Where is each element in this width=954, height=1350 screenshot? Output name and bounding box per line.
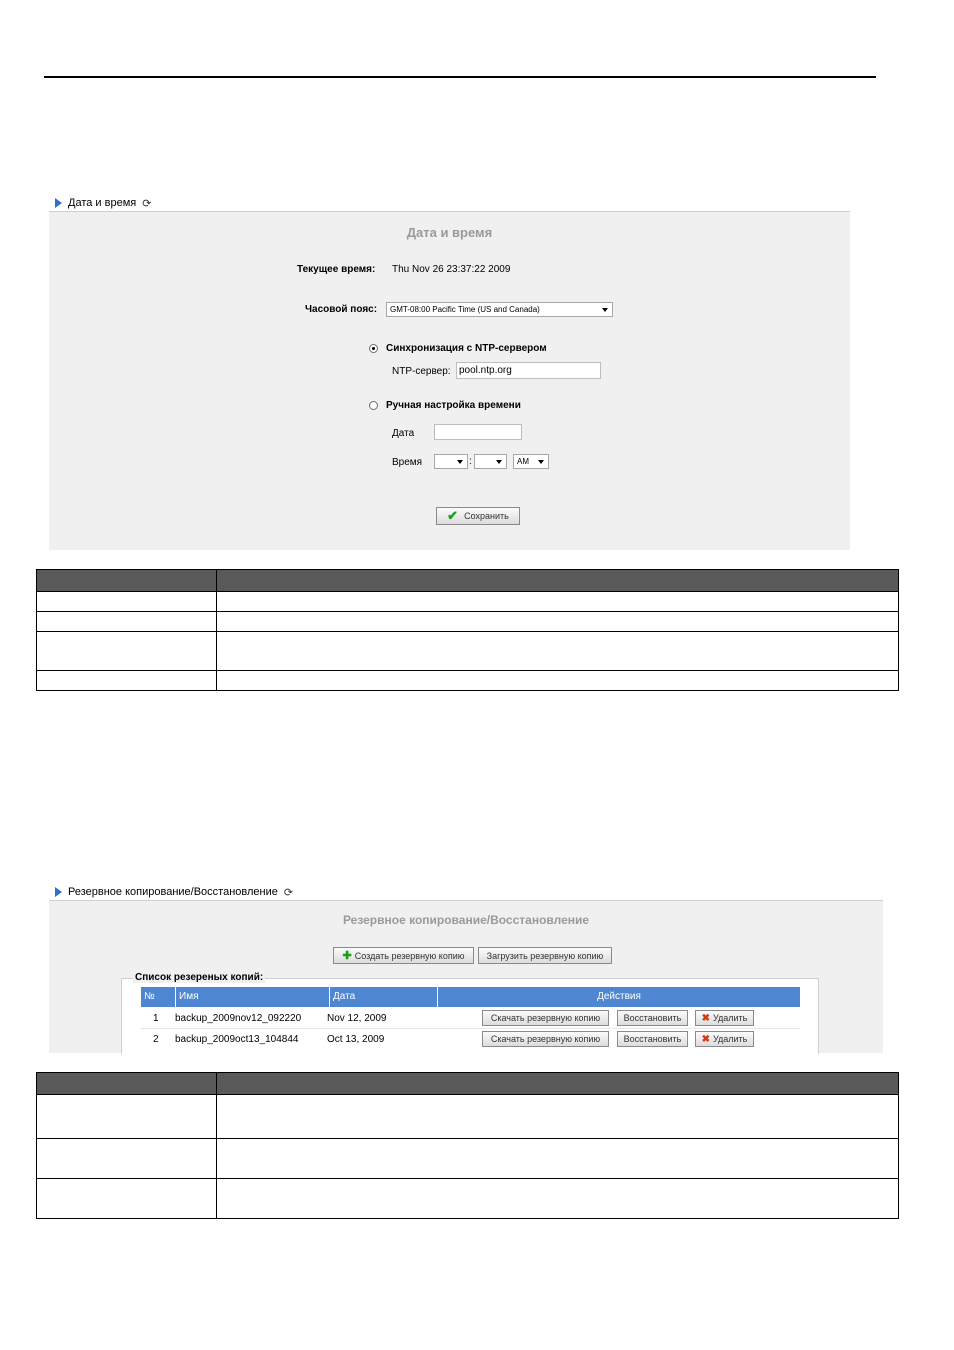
desc-header-cell: [216, 569, 899, 592]
desc-header-cell: [216, 1072, 899, 1095]
row-name: backup_2009nov12_092220: [175, 1013, 302, 1024]
desc-cell: [216, 1138, 899, 1179]
date-input[interactable]: [434, 424, 522, 440]
delete-label: Удалить: [713, 1034, 748, 1044]
checkmark-icon: ✔: [447, 508, 459, 523]
delete-x-icon: ✖: [701, 1012, 710, 1024]
backup-section-header: Резервное копирование/Восстановление ⟳: [55, 885, 293, 899]
desc-cell: [216, 611, 899, 632]
download-backup-button[interactable]: Скачать резервную копию: [482, 1031, 609, 1047]
delete-x-icon: ✖: [701, 1033, 710, 1045]
chevron-down-icon: [457, 459, 463, 464]
delete-button[interactable]: ✖ Удалить: [695, 1031, 754, 1047]
row-name: backup_2009oct13_104844: [175, 1034, 299, 1045]
timezone-select-value: GMT-08:00 Pacific Time (US and Canada): [390, 305, 540, 314]
desc-cell: [216, 1094, 899, 1139]
backup-table-header: № Имя Дата Действия: [141, 987, 800, 1007]
desc-cell: [36, 591, 217, 612]
time-label: Время: [392, 457, 423, 468]
desc-cell: [216, 631, 899, 671]
datetime-section-title: Дата и время: [68, 197, 137, 209]
table-row: 2 backup_2009oct13_104844 Oct 13, 2009 С…: [141, 1029, 800, 1049]
upload-backup-label: Загрузить резервную копию: [486, 950, 604, 961]
ntp-server-input-value: pool.ntp.org: [459, 365, 512, 376]
restore-label: Восстановить: [623, 1013, 682, 1023]
desc-header-cell: [36, 569, 217, 592]
download-backup-label: Скачать резервную копию: [490, 1013, 601, 1023]
create-backup-label: Создать резервную копию: [354, 950, 465, 961]
backup-description-table: [36, 1072, 899, 1219]
ntp-sync-radio[interactable]: [369, 344, 378, 353]
row-date: Oct 13, 2009: [327, 1034, 385, 1045]
column-header-actions: Действия: [438, 987, 800, 1007]
desc-cell: [216, 591, 899, 612]
ntp-sync-label: Синхронизация с NTP-сервером: [386, 343, 547, 354]
download-backup-button[interactable]: Скачать резервную копию: [482, 1010, 609, 1026]
refresh-icon[interactable]: ⟳: [142, 197, 151, 210]
hour-select[interactable]: [434, 454, 468, 469]
timezone-label: Часовой пояс:: [305, 304, 378, 315]
desc-header-cell: [36, 1072, 217, 1095]
datetime-panel: Дата и время Текущее время: Thu Nov 26 2…: [49, 211, 850, 550]
column-header-date-label: Дата: [333, 991, 356, 1002]
chevron-down-icon: [602, 307, 608, 312]
top-rule: [44, 76, 876, 78]
backup-section-title: Резервное копирование/Восстановление: [68, 886, 278, 898]
delete-button[interactable]: ✖ Удалить: [695, 1010, 754, 1026]
ampm-select[interactable]: AM: [513, 454, 549, 469]
backup-panel-title: Резервное копирование/Восстановление: [342, 913, 590, 927]
column-header-num-label: №: [144, 991, 155, 1002]
chevron-down-icon: [496, 459, 502, 464]
triangle-right-icon: [55, 198, 62, 208]
plus-icon: ✚: [342, 950, 352, 962]
desc-cell: [36, 611, 217, 632]
backup-list-legend: Список резереных копий:: [133, 972, 266, 983]
datetime-section-header: Дата и время ⟳: [55, 196, 151, 210]
column-header-name: Имя: [176, 987, 330, 1007]
backup-panel: Резервное копирование/Восстановление ✚ С…: [49, 900, 883, 1054]
save-button[interactable]: ✔ Сохранить: [436, 507, 520, 525]
desc-cell: [36, 631, 217, 671]
timezone-select[interactable]: GMT-08:00 Pacific Time (US and Canada): [386, 302, 613, 317]
restore-button[interactable]: Восстановить: [617, 1031, 688, 1047]
desc-cell: [36, 670, 217, 691]
triangle-right-icon: [55, 887, 62, 897]
upload-backup-button[interactable]: Загрузить резервную копию: [478, 947, 612, 964]
current-time-value: Thu Nov 26 23:37:22 2009: [392, 264, 511, 275]
current-time-label: Текущее время:: [297, 264, 376, 275]
desc-cell: [216, 1178, 899, 1219]
row-num: 2: [153, 1034, 159, 1045]
datetime-panel-title: Дата и время: [406, 225, 493, 240]
manual-time-radio[interactable]: [369, 401, 378, 410]
manual-time-label: Ручная настройка времени: [386, 400, 521, 411]
minute-select[interactable]: [474, 454, 507, 469]
desc-cell: [216, 670, 899, 691]
row-num: 1: [153, 1013, 159, 1024]
datetime-description-table: [36, 569, 899, 691]
chevron-down-icon: [538, 459, 544, 464]
restore-label: Восстановить: [623, 1034, 682, 1044]
desc-cell: [36, 1178, 217, 1219]
ntp-server-label: NTP-сервер:: [392, 366, 451, 377]
create-backup-button[interactable]: ✚ Создать резервную копию: [333, 947, 474, 964]
column-header-num: №: [141, 987, 176, 1007]
row-date: Nov 12, 2009: [327, 1013, 387, 1024]
date-label: Дата: [392, 428, 415, 439]
desc-cell: [36, 1138, 217, 1179]
time-separator: :: [469, 456, 472, 467]
delete-label: Удалить: [713, 1013, 748, 1023]
column-header-actions-label: Действия: [597, 991, 641, 1002]
restore-button[interactable]: Восстановить: [617, 1010, 688, 1026]
column-header-date: Дата: [330, 987, 438, 1007]
table-row: 1 backup_2009nov12_092220 Nov 12, 2009 С…: [141, 1008, 800, 1029]
download-backup-label: Скачать резервную копию: [490, 1034, 601, 1044]
ampm-select-value: AM: [517, 457, 529, 466]
ntp-server-input[interactable]: pool.ntp.org: [456, 362, 601, 379]
refresh-icon[interactable]: ⟳: [284, 886, 293, 899]
desc-cell: [36, 1094, 217, 1139]
save-button-label: Сохранить: [464, 511, 509, 521]
column-header-name-label: Имя: [179, 991, 199, 1002]
